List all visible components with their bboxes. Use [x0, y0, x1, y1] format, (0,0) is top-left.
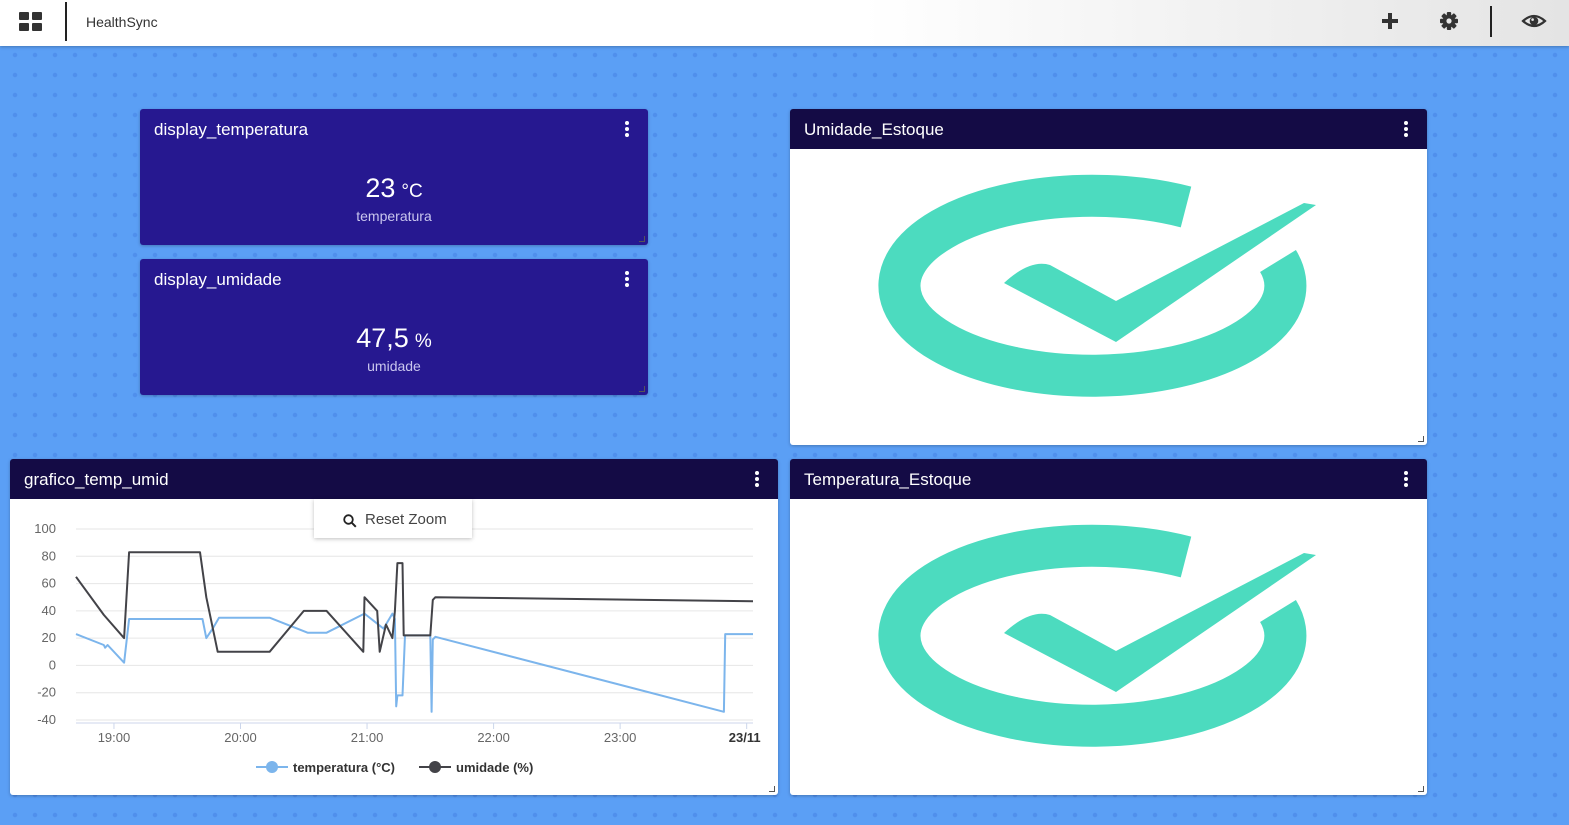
x-tick-label: 23:00 — [604, 730, 637, 745]
resize-handle[interactable] — [639, 386, 645, 392]
x-tick-label: 23/11 — [729, 730, 761, 745]
resize-handle[interactable] — [1418, 786, 1424, 792]
widget-header: Umidade_Estoque — [790, 109, 1427, 149]
more-menu-icon[interactable] — [1403, 121, 1409, 137]
plus-icon[interactable] — [1378, 8, 1402, 34]
legend-label: umidade (%) — [456, 760, 533, 775]
value-display: 23 °C — [140, 173, 648, 204]
value-display: 47,5% — [140, 323, 648, 354]
widget-temperatura-estoque: Temperatura_Estoque — [790, 459, 1427, 795]
reset-zoom-button[interactable]: Reset Zoom — [314, 499, 472, 538]
widget-title: Temperatura_Estoque — [804, 470, 972, 489]
divider — [1490, 6, 1492, 37]
y-tick-label: 60 — [42, 576, 56, 591]
series-line-umidade — [75, 551, 754, 653]
app-title: HealthSync — [86, 14, 158, 30]
x-tick-label: 19:00 — [98, 730, 131, 745]
resize-handle[interactable] — [1418, 436, 1424, 442]
series-line-temperatura — [75, 612, 753, 713]
x-tick-label: 22:00 — [477, 730, 510, 745]
checkmark-icon — [878, 174, 1316, 397]
y-tick-label: -20 — [37, 685, 56, 700]
x-tick-label: 21:00 — [351, 730, 384, 745]
humidity-label: umidade — [367, 358, 421, 374]
temperature-value: 23 — [365, 173, 396, 203]
widget-grafico-temp-umid: grafico_temp_umid 100 80 60 40 20 0 -20 -40 19:0… — [10, 459, 778, 795]
temperature-unit: °C — [401, 181, 423, 202]
widget-body — [790, 499, 1427, 795]
widget-title: display_temperatura — [154, 120, 309, 139]
divider — [65, 2, 67, 41]
more-menu-icon[interactable] — [624, 121, 630, 137]
resize-handle[interactable] — [769, 786, 775, 792]
more-menu-icon[interactable] — [624, 271, 630, 287]
eye-icon[interactable] — [1521, 10, 1547, 32]
top-bar: HealthSync — [0, 0, 1569, 46]
search-icon — [343, 514, 357, 528]
humidity-value: 47,5 — [356, 323, 409, 353]
widget-body — [790, 149, 1427, 445]
x-tick-label: 20:00 — [224, 730, 257, 745]
humidity-unit: % — [414, 331, 432, 352]
y-tick-label: 40 — [42, 603, 56, 618]
gear-icon[interactable] — [1437, 9, 1461, 33]
widget-header: display_umidade — [140, 259, 648, 299]
checkmark-icon — [878, 524, 1316, 747]
y-tick-label: -40 — [37, 712, 56, 727]
legend-marker — [429, 761, 441, 773]
more-menu-icon[interactable] — [754, 471, 760, 487]
y-tick-label: 80 — [42, 548, 56, 563]
temperature-label: temperatura — [356, 208, 432, 224]
y-tick-label: 20 — [42, 630, 56, 645]
widget-display-umidade: display_umidade 47,5% umidade — [140, 259, 648, 395]
widget-header: grafico_temp_umid — [10, 459, 778, 499]
widget-header: Temperatura_Estoque — [790, 459, 1427, 499]
legend-marker — [266, 761, 278, 773]
resize-handle[interactable] — [639, 236, 645, 242]
widget-title: grafico_temp_umid — [24, 470, 169, 489]
widget-header: display_temperatura — [140, 109, 648, 149]
widget-display-temperatura: display_temperatura 23 °C temperatura — [140, 109, 648, 245]
legend-label: temperatura (°C) — [293, 760, 395, 775]
widget-title: display_umidade — [154, 270, 282, 289]
chart-area: 100 80 60 40 20 0 -20 -40 19:00 20:00 21:00 22:00 23… — [10, 499, 778, 795]
y-tick-label: 0 — [49, 657, 56, 672]
grid-icon[interactable] — [19, 12, 43, 32]
y-tick-label: 100 — [34, 521, 56, 536]
widget-umidade-estoque: Umidade_Estoque — [790, 109, 1427, 445]
more-menu-icon[interactable] — [1403, 471, 1409, 487]
widget-title: Umidade_Estoque — [804, 120, 944, 139]
line-chart[interactable]: 100 80 60 40 20 0 -20 -40 19:00 20:00 21:00 22:00 23… — [10, 499, 778, 795]
reset-zoom-label: Reset Zoom — [365, 511, 447, 528]
